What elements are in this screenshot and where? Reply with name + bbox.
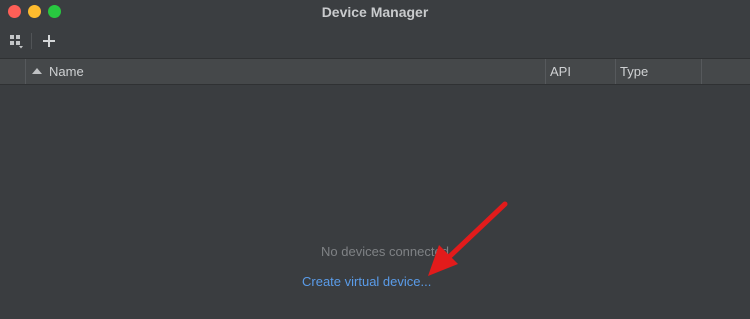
- annotation-arrow-icon: [428, 201, 508, 276]
- device-manager-window: Device Manager Name API Type No devices …: [0, 0, 750, 319]
